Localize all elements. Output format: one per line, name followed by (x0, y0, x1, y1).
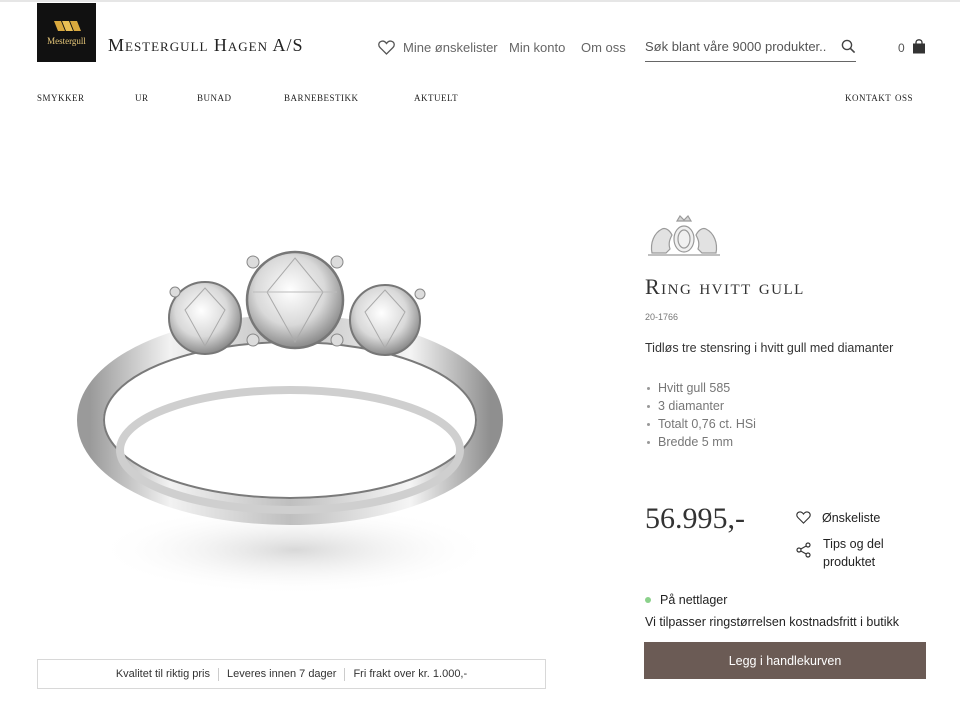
store-name[interactable]: Mestergull Hagen A/S (108, 35, 304, 56)
heart-icon[interactable] (796, 511, 811, 524)
product-price: 56.995,- (645, 502, 745, 535)
diamond-center (245, 250, 345, 350)
crest-icon (648, 215, 720, 256)
spec-item: 3 diamanter (645, 397, 756, 415)
about-link[interactable]: Om oss (581, 40, 626, 55)
product-title: Ring hvitt gull (645, 274, 805, 299)
product-specs: Hvitt gull 585 3 diamanter Totalt 0,76 c… (645, 379, 756, 451)
usp-quality: Kvalitet til riktig pris (115, 668, 210, 680)
product-sku: 20-1766 (645, 312, 679, 322)
logo-mark-icon (53, 21, 81, 31)
wishlist-link[interactable]: Mine ønskelister (403, 40, 498, 55)
add-to-wishlist-button[interactable]: Ønskeliste (822, 511, 880, 525)
usp-divider (217, 667, 219, 681)
nav-item-aktuelt[interactable]: Aktuelt (414, 89, 458, 105)
nav-item-contact[interactable]: Kontakt oss (845, 89, 913, 105)
heart-icon[interactable] (378, 40, 395, 55)
diamond-right (349, 284, 421, 356)
stock-status: På nettlager (660, 593, 728, 607)
account-link[interactable]: Min konto (509, 40, 565, 55)
spec-item: Hvitt gull 585 (645, 379, 756, 397)
stock-indicator (645, 597, 651, 603)
usp-delivery: Leveres innen 7 dager (226, 668, 337, 680)
shopping-bag-icon[interactable] (912, 39, 926, 54)
product-image (77, 250, 503, 595)
search-bar (645, 31, 856, 62)
usp-bar: Kvalitet til riktig pris Leveres innen 7… (37, 659, 546, 689)
nav-item-barnebestikk[interactable]: Barnebestikk (284, 89, 359, 105)
logo[interactable]: Mestergull (37, 3, 96, 62)
add-to-cart-button[interactable]: Legg i handlekurven (644, 642, 926, 679)
cart-count[interactable]: 0 (898, 41, 905, 55)
top-border (0, 0, 960, 2)
share-product-button[interactable]: Tips og del produktet (823, 535, 913, 571)
ring-size-note: Vi tilpasser ringstørrelsen kostnadsfrit… (645, 615, 900, 629)
product-description: Tidløs tre stensring i hvitt gull med di… (645, 341, 894, 355)
nav-item-bunad[interactable]: Bunad (197, 89, 232, 105)
nav-item-smykker[interactable]: Smykker (37, 89, 85, 105)
spec-item: Bredde 5 mm (645, 433, 756, 451)
search-icon[interactable] (841, 39, 856, 54)
logo-text: Mestergull (47, 36, 86, 46)
spec-item: Totalt 0,76 ct. HSi (645, 415, 756, 433)
usp-divider (344, 667, 346, 681)
search-input[interactable] (645, 37, 827, 55)
nav-item-ur[interactable]: Ur (135, 89, 149, 105)
share-icon[interactable] (796, 542, 811, 558)
usp-shipping: Fri frakt over kr. 1.000,- (353, 668, 468, 680)
